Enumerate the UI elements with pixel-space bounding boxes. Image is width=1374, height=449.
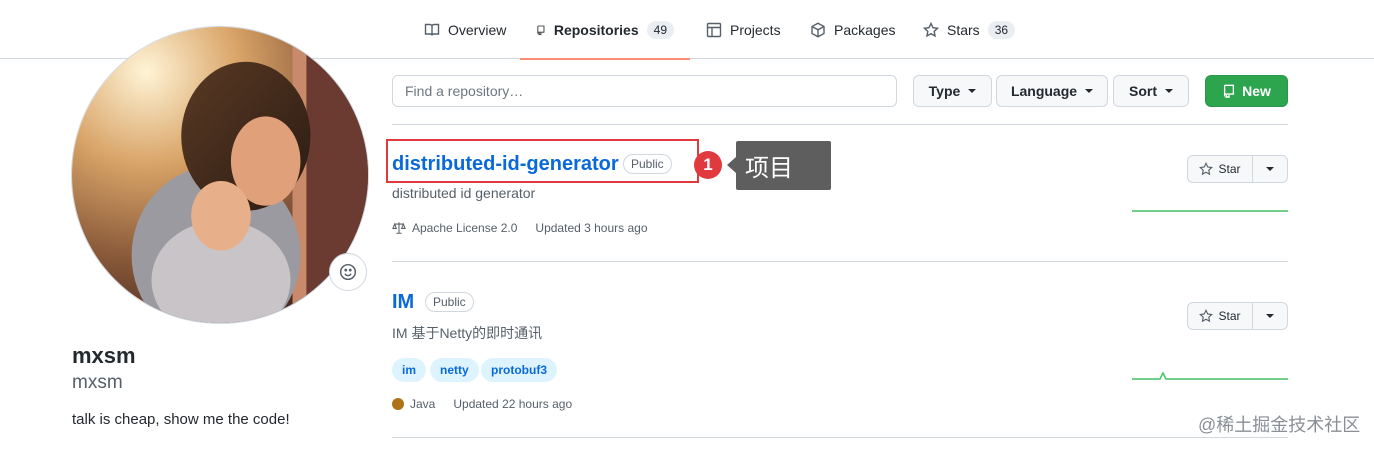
type-filter-button[interactable]: Type — [913, 75, 992, 107]
avatar-photo — [72, 27, 368, 323]
topic-tag[interactable]: netty — [430, 358, 479, 382]
annotation-highlight-box — [386, 139, 699, 183]
activity-sparkline — [1132, 210, 1288, 212]
tab-label: Projects — [730, 21, 781, 38]
activity-sparkline — [1132, 371, 1288, 380]
find-repository-input[interactable] — [392, 75, 897, 107]
profile-name: mxsm — [72, 343, 136, 368]
sort-label: Sort — [1129, 83, 1157, 99]
language-color-dot — [392, 398, 404, 410]
divider — [392, 124, 1288, 125]
stars-count: 36 — [987, 20, 1016, 39]
table-icon — [706, 22, 722, 37]
star-label: Star — [1218, 309, 1241, 323]
repo-description: IM 基于Netty的即时通讯 — [392, 325, 543, 341]
tab-overview[interactable]: Overview — [408, 0, 522, 59]
star-icon — [923, 21, 939, 37]
tab-label: Stars — [947, 21, 980, 38]
annotation-marker: 1 — [694, 151, 722, 179]
star-list-dropdown[interactable] — [1253, 302, 1288, 330]
star-button[interactable]: Star — [1187, 155, 1253, 183]
divider — [392, 261, 1288, 262]
star-icon — [1199, 309, 1214, 323]
profile-bio: talk is cheap, show me the code! — [72, 411, 290, 428]
avatar[interactable] — [71, 26, 369, 324]
caret-down-icon — [968, 89, 977, 93]
profile-login: mxsm — [72, 372, 123, 393]
star-button-group: Star — [1187, 155, 1288, 183]
repo-link-im[interactable]: IM — [392, 291, 414, 314]
tab-label: Repositories — [553, 21, 639, 38]
repo-license: Apache License 2.0 — [412, 221, 518, 235]
caret-down-icon — [1085, 89, 1094, 93]
tab-stars[interactable]: Stars 36 — [907, 0, 1031, 59]
repo-icon — [1223, 84, 1235, 98]
tab-projects[interactable]: Projects — [690, 0, 797, 59]
star-label: Star — [1218, 162, 1241, 176]
tab-repositories[interactable]: Repositories 49 — [520, 0, 690, 60]
book-icon — [424, 23, 440, 36]
new-button-label: New — [1242, 83, 1271, 99]
topic-tag[interactable]: protobuf3 — [481, 358, 557, 382]
sort-button[interactable]: Sort — [1113, 75, 1189, 107]
language-filter-label: Language — [1010, 83, 1078, 99]
repo-description: distributed id generator — [392, 185, 536, 201]
star-icon — [1199, 162, 1214, 176]
law-icon — [392, 222, 406, 234]
divider — [392, 437, 1288, 438]
language-filter-button[interactable]: Language — [996, 75, 1108, 107]
tab-packages[interactable]: Packages — [794, 0, 911, 59]
caret-down-icon — [1165, 89, 1173, 93]
star-button[interactable]: Star — [1187, 302, 1253, 330]
smiley-icon — [339, 263, 357, 281]
new-repository-button[interactable]: New — [1205, 75, 1288, 107]
repo-meta: Apache License 2.0 Updated 3 hours ago — [392, 221, 648, 235]
annotation-callout: 项目 — [727, 141, 831, 190]
repo-icon — [537, 25, 545, 35]
star-list-dropdown[interactable] — [1253, 155, 1288, 183]
repositories-count: 49 — [646, 20, 674, 39]
set-status-button[interactable] — [329, 253, 367, 291]
topic-tag[interactable]: im — [392, 358, 427, 382]
tab-label: Overview — [448, 21, 507, 38]
repo-meta: Java Updated 22 hours ago — [392, 397, 572, 411]
visibility-badge: Public — [425, 292, 474, 312]
repo-language: Java — [410, 397, 436, 411]
star-button-group: Star — [1187, 302, 1288, 330]
type-filter-label: Type — [928, 83, 961, 99]
repo-updated: Updated 22 hours ago — [453, 397, 573, 411]
package-icon — [811, 21, 825, 38]
tab-label: Packages — [834, 21, 896, 38]
watermark: @稀土掘金技术社区 — [1198, 415, 1361, 435]
caret-down-icon — [1266, 314, 1274, 318]
repo-updated: Updated 3 hours ago — [535, 221, 648, 235]
caret-down-icon — [1266, 167, 1274, 171]
